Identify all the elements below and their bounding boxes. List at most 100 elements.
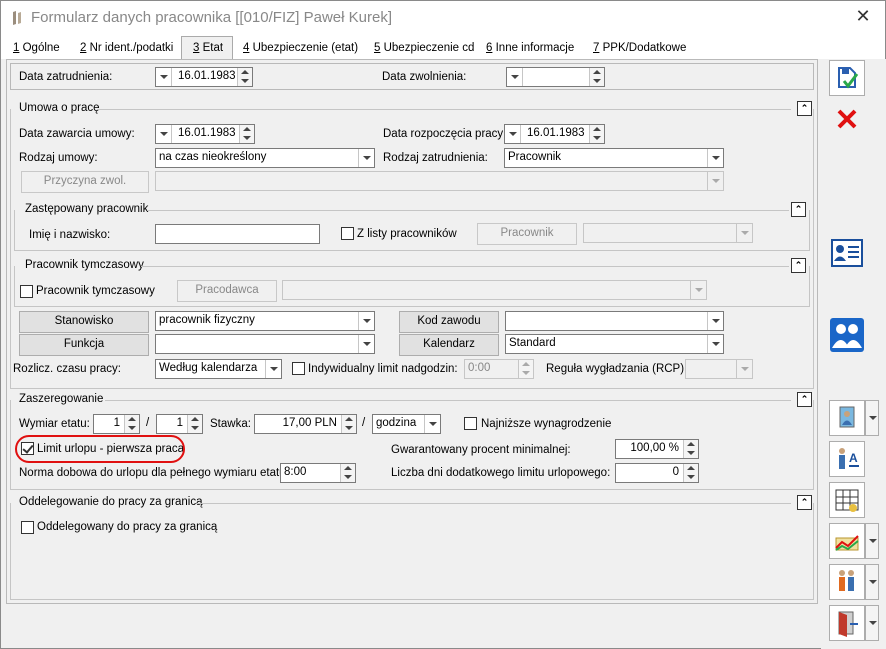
id-card-icon bbox=[831, 239, 863, 267]
divider bbox=[10, 400, 11, 489]
chevron-down-icon[interactable] bbox=[358, 149, 374, 167]
tab-insurance-cd[interactable]: 5 Ubezpieczenie cd bbox=[374, 39, 474, 59]
dismissal-reason-button[interactable]: Przyczyna zwol. bbox=[21, 171, 149, 193]
extra-days-field[interactable]: 0 bbox=[615, 463, 699, 483]
chevron-down-icon[interactable] bbox=[707, 172, 723, 190]
contract-type-select[interactable]: na czas nieokreślony bbox=[155, 148, 375, 168]
calendar-button[interactable]: Kalendarz bbox=[399, 334, 499, 356]
fte-denominator-field[interactable]: 1 bbox=[156, 414, 203, 434]
date-spinner[interactable] bbox=[589, 125, 604, 143]
guaranteed-percent-field[interactable]: 100,00 % bbox=[615, 439, 699, 459]
calendar-dropdown-icon[interactable] bbox=[156, 68, 172, 86]
rate-spinner[interactable] bbox=[341, 415, 356, 433]
days-spinner[interactable] bbox=[683, 464, 698, 482]
temporary-checkbox[interactable] bbox=[20, 285, 33, 298]
dismissal-reason-select[interactable] bbox=[155, 171, 724, 191]
tab-other-info[interactable]: 6 Inne informacje bbox=[486, 39, 574, 59]
calendar-dropdown-icon[interactable] bbox=[156, 125, 172, 143]
chevron-down-icon[interactable] bbox=[707, 335, 723, 353]
fte-numerator-field[interactable]: 1 bbox=[93, 414, 140, 434]
people-list-button[interactable] bbox=[829, 564, 865, 600]
person-a-button[interactable]: A bbox=[829, 441, 865, 477]
function-select[interactable] bbox=[155, 334, 375, 354]
collapse-replaced-icon[interactable]: ⌃ bbox=[791, 202, 806, 217]
percent-spinner[interactable] bbox=[683, 440, 698, 458]
tab-ident[interactable]: 2 Nr ident./podatki bbox=[80, 39, 173, 59]
replaced-name-field[interactable] bbox=[155, 224, 320, 244]
chevron-down-icon[interactable] bbox=[690, 281, 706, 299]
employee-button[interactable]: Pracownik bbox=[477, 223, 577, 245]
chevron-down-icon[interactable] bbox=[707, 149, 723, 167]
divider bbox=[809, 266, 810, 306]
contract-signed-label: Data zawarcia umowy: bbox=[19, 128, 135, 140]
photo-button[interactable] bbox=[829, 400, 865, 436]
tab-etat[interactable]: 3 Etat bbox=[181, 36, 233, 60]
collapse-abroad-icon[interactable]: ⌃ bbox=[797, 495, 812, 510]
rate-unit-select[interactable]: godzina bbox=[372, 414, 441, 434]
profession-code-select[interactable] bbox=[505, 311, 724, 331]
settlement-select[interactable]: Według kalendarza bbox=[155, 359, 282, 379]
chevron-down-icon[interactable] bbox=[736, 360, 752, 378]
calendar-dropdown-icon[interactable] bbox=[507, 68, 523, 86]
rate-field[interactable]: 17,00 PLN bbox=[254, 414, 357, 434]
date-spinner[interactable] bbox=[239, 125, 254, 143]
chart-dropdown-icon[interactable] bbox=[865, 523, 879, 559]
overtime-checkbox[interactable] bbox=[292, 362, 305, 375]
date-spinner[interactable] bbox=[237, 68, 252, 86]
exit-button[interactable] bbox=[829, 605, 865, 641]
profession-code-button[interactable]: Kod zawodu bbox=[399, 311, 499, 333]
collapse-contract-icon[interactable]: ⌃ bbox=[797, 101, 812, 116]
hire-date-label: Data zatrudnienia: bbox=[19, 71, 113, 83]
tab-general[interactable]: 1 Ogólne bbox=[13, 39, 60, 59]
exit-dropdown-icon[interactable] bbox=[865, 605, 879, 641]
contract-signed-field[interactable]: 16.01.1983 bbox=[155, 124, 255, 144]
divider bbox=[10, 388, 814, 389]
calendar-dropdown-icon[interactable] bbox=[505, 125, 521, 143]
schedule-button[interactable] bbox=[829, 482, 865, 518]
chevron-down-icon[interactable] bbox=[265, 360, 281, 378]
family-button[interactable] bbox=[829, 317, 865, 353]
employee-card-button[interactable] bbox=[829, 235, 865, 271]
date-spinner[interactable] bbox=[589, 68, 604, 86]
chevron-down-icon[interactable] bbox=[358, 335, 374, 353]
divider bbox=[14, 306, 810, 307]
tab-insurance[interactable]: 4 Ubezpieczenie (etat) bbox=[243, 39, 358, 59]
employee-select[interactable] bbox=[583, 223, 753, 243]
close-icon[interactable]: ✕ bbox=[853, 6, 873, 27]
collapse-grading-icon[interactable]: ⌃ bbox=[797, 392, 812, 407]
fte-spinner[interactable] bbox=[187, 415, 202, 433]
abroad-checkbox[interactable] bbox=[21, 521, 34, 534]
overtime-spinner[interactable] bbox=[518, 360, 533, 378]
dismissal-date-field[interactable] bbox=[506, 67, 605, 87]
daily-norm-field[interactable]: 8:00 bbox=[280, 463, 356, 483]
chart-button[interactable] bbox=[829, 523, 865, 559]
norm-spinner[interactable] bbox=[340, 464, 355, 482]
from-list-checkbox[interactable] bbox=[341, 227, 354, 240]
tab-ppk[interactable]: 7 PPK/Dodatkowe bbox=[593, 39, 686, 59]
position-button[interactable]: Stanowisko bbox=[19, 311, 149, 333]
chevron-down-icon[interactable] bbox=[736, 224, 752, 242]
function-button[interactable]: Funkcja bbox=[19, 334, 149, 356]
save-button[interactable] bbox=[829, 60, 865, 96]
overtime-field[interactable]: 0:00 bbox=[464, 359, 534, 379]
position-select[interactable]: pracownik fizyczny bbox=[155, 311, 375, 331]
cancel-button[interactable] bbox=[829, 101, 865, 137]
people-dropdown-icon[interactable] bbox=[865, 564, 879, 600]
chevron-down-icon[interactable] bbox=[358, 312, 374, 330]
smoothing-select[interactable] bbox=[685, 359, 753, 379]
hire-date-field[interactable]: 16.01.1983 bbox=[155, 67, 253, 87]
calendar-select[interactable]: Standard bbox=[505, 334, 724, 354]
two-people-icon bbox=[839, 570, 854, 591]
min-wage-checkbox[interactable] bbox=[464, 417, 477, 430]
extra-days-label: Liczba dni dodatkowego limitu urlopowego… bbox=[391, 467, 611, 479]
employer-button[interactable]: Pracodawca bbox=[177, 280, 277, 302]
chevron-down-icon[interactable] bbox=[424, 415, 440, 433]
fte-spinner[interactable] bbox=[124, 415, 139, 433]
photo-dropdown-icon[interactable] bbox=[865, 400, 879, 436]
employer-select[interactable] bbox=[282, 280, 707, 300]
work-start-field[interactable]: 16.01.1983 bbox=[504, 124, 605, 144]
collapse-temporary-icon[interactable]: ⌃ bbox=[791, 258, 806, 273]
chevron-down-icon[interactable] bbox=[707, 312, 723, 330]
employment-type-select[interactable]: Pracownik bbox=[504, 148, 724, 168]
employment-type-label: Rodzaj zatrudnienia: bbox=[383, 152, 488, 164]
